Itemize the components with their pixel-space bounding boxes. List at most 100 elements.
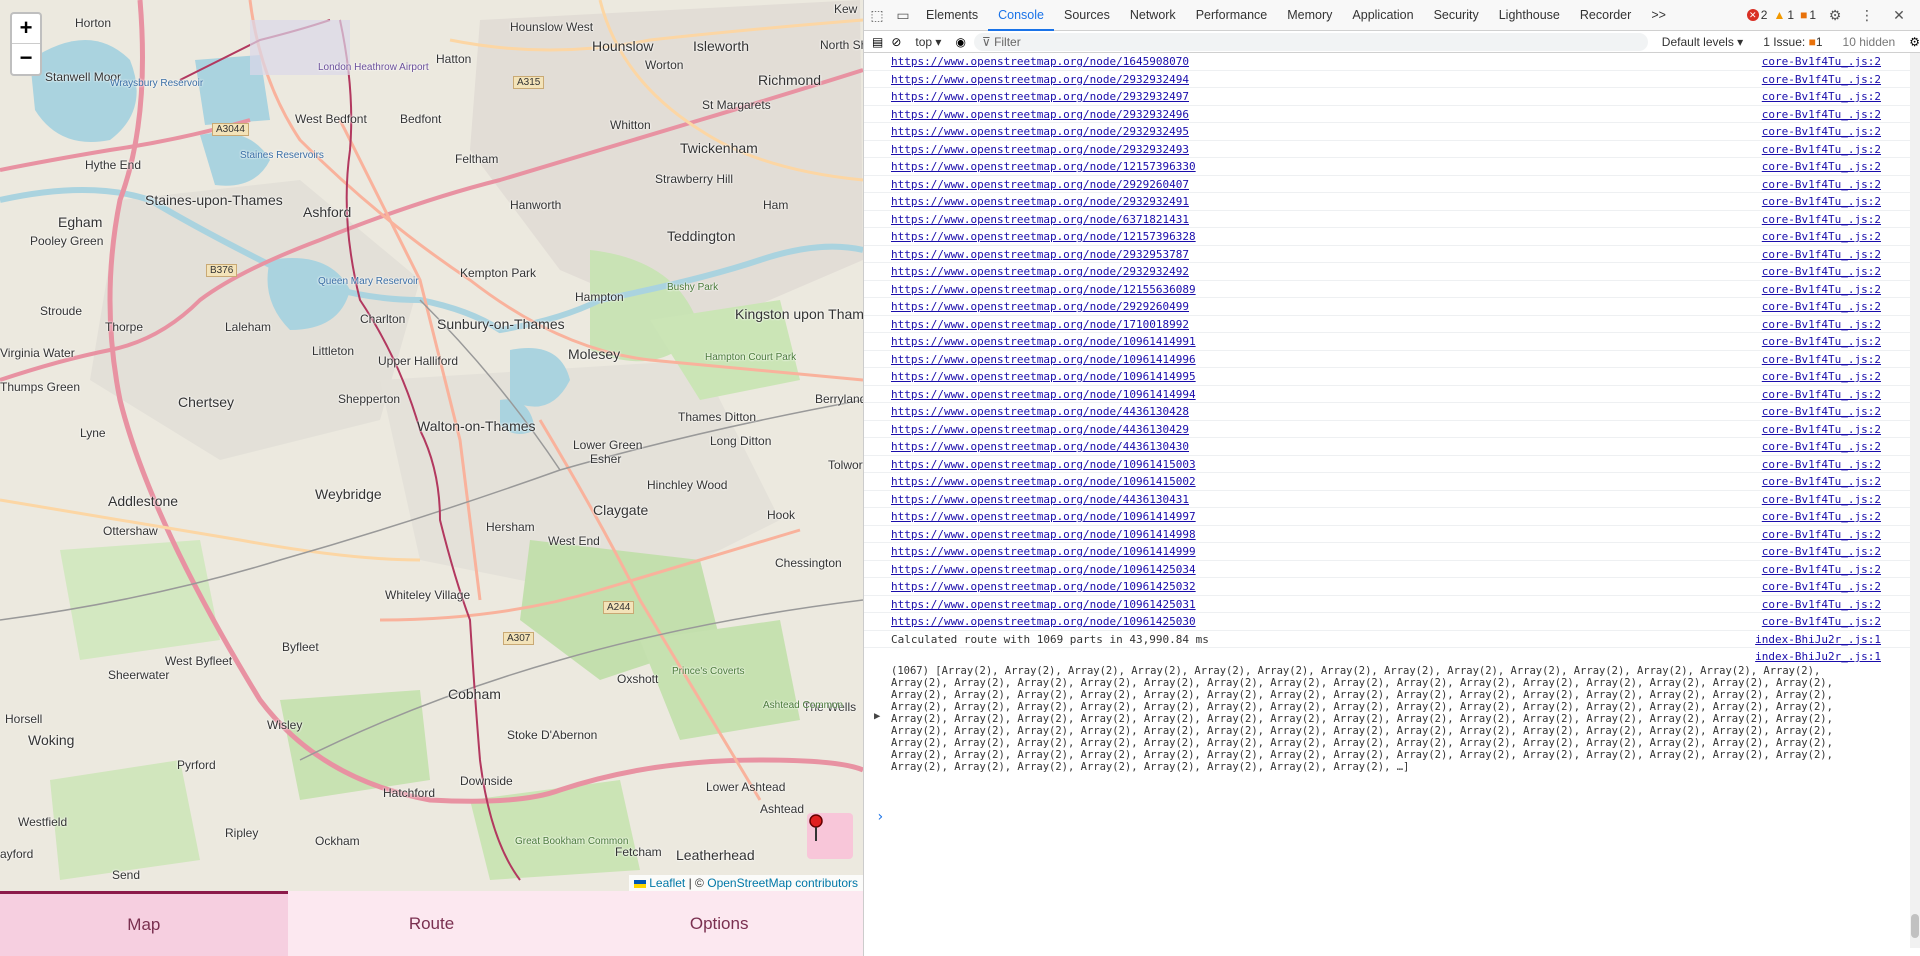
console-prompt[interactable]: › [876, 809, 884, 825]
log-source-link[interactable]: core-Bv1f4Tu_.js:2 [1762, 106, 1881, 123]
close-icon[interactable]: ✕ [1886, 7, 1912, 24]
log-source-link[interactable]: core-Bv1f4Tu_.js:2 [1762, 596, 1881, 613]
log-source-link[interactable]: core-Bv1f4Tu_.js:2 [1762, 88, 1881, 105]
log-url-link[interactable]: https://www.openstreetmap.org/node/10961… [891, 613, 1196, 630]
log-levels-dropdown[interactable]: Default levels ▾ [1656, 35, 1749, 49]
console-settings-icon[interactable]: ⚙ [1909, 35, 1920, 49]
log-source-link[interactable]: core-Bv1f4Tu_.js:2 [1762, 141, 1881, 158]
log-source-link[interactable]: core-Bv1f4Tu_.js:2 [1762, 386, 1881, 403]
log-source-link[interactable]: core-Bv1f4Tu_.js:2 [1762, 491, 1881, 508]
eye-icon[interactable]: ◉ [955, 35, 965, 49]
tab-map[interactable]: Map [0, 891, 288, 956]
log-url-link[interactable]: https://www.openstreetmap.org/node/29329… [891, 71, 1189, 88]
log-source-link[interactable]: core-Bv1f4Tu_.js:2 [1762, 473, 1881, 490]
scrollbar-thumb[interactable] [1911, 914, 1919, 938]
log-source-link[interactable]: core-Bv1f4Tu_.js:2 [1762, 421, 1881, 438]
log-source-link[interactable]: core-Bv1f4Tu_.js:2 [1762, 228, 1881, 245]
osm-link[interactable]: OpenStreetMap contributors [707, 876, 858, 890]
log-url-link[interactable]: https://www.openstreetmap.org/node/44361… [891, 421, 1189, 438]
log-source-link[interactable]: core-Bv1f4Tu_.js:2 [1762, 368, 1881, 385]
warning-count[interactable]: ▲ 1 [1773, 8, 1794, 22]
log-source-link[interactable]: core-Bv1f4Tu_.js:2 [1762, 158, 1881, 175]
settings-gear-icon[interactable]: ⚙ [1822, 7, 1848, 24]
log-source-link[interactable]: core-Bv1f4Tu_.js:2 [1762, 281, 1881, 298]
log-source-link[interactable]: core-Bv1f4Tu_.js:2 [1762, 526, 1881, 543]
log-url-link[interactable]: https://www.openstreetmap.org/node/10961… [891, 526, 1196, 543]
tab-application[interactable]: Application [1342, 0, 1423, 31]
issue-count[interactable]: ■ 1 [1800, 8, 1816, 22]
context-selector[interactable]: top ▾ [909, 35, 947, 49]
console-scrollbar[interactable] [1910, 53, 1920, 948]
log-source-link[interactable]: core-Bv1f4Tu_.js:2 [1762, 333, 1881, 350]
log-url-link[interactable]: https://www.openstreetmap.org/node/10961… [891, 386, 1196, 403]
log-url-link[interactable]: https://www.openstreetmap.org/node/10961… [891, 368, 1196, 385]
log-source-link[interactable]: core-Bv1f4Tu_.js:2 [1762, 508, 1881, 525]
log-source-link[interactable]: core-Bv1f4Tu_.js:2 [1762, 316, 1881, 333]
log-url-link[interactable]: https://www.openstreetmap.org/node/10961… [891, 333, 1196, 350]
log-url-link[interactable]: https://www.openstreetmap.org/node/29329… [891, 106, 1189, 123]
map-view[interactable]: Horton Hounslow West Hounslow Isleworth … [0, 0, 863, 891]
log-url-link[interactable]: https://www.openstreetmap.org/node/29329… [891, 141, 1189, 158]
log-source-link[interactable]: core-Bv1f4Tu_.js:2 [1762, 246, 1881, 263]
log-url-link[interactable]: https://www.openstreetmap.org/node/16459… [891, 53, 1189, 70]
log-source-link[interactable]: core-Bv1f4Tu_.js:2 [1762, 351, 1881, 368]
inspect-icon[interactable]: ⬚ [864, 7, 890, 24]
log-source-link[interactable]: core-Bv1f4Tu_.js:2 [1762, 193, 1881, 210]
leaflet-link[interactable]: Leaflet [649, 876, 685, 890]
log-url-link[interactable]: https://www.openstreetmap.org/node/12155… [891, 281, 1196, 298]
location-pin-button[interactable] [807, 813, 853, 859]
log-source-link[interactable]: core-Bv1f4Tu_.js:2 [1762, 403, 1881, 420]
log-source-link[interactable]: index-BhiJu2r_.js:1 [1755, 648, 1881, 663]
log-url-link[interactable]: https://www.openstreetmap.org/node/29329… [891, 246, 1189, 263]
zoom-out-button[interactable]: − [12, 44, 40, 74]
expand-triangle-icon[interactable]: ▶ [874, 710, 880, 722]
log-url-link[interactable]: https://www.openstreetmap.org/node/10961… [891, 561, 1196, 578]
tab-route[interactable]: Route [288, 891, 576, 956]
log-url-link[interactable]: https://www.openstreetmap.org/node/29292… [891, 298, 1189, 315]
log-source-link[interactable]: core-Bv1f4Tu_.js:2 [1762, 176, 1881, 193]
tab-recorder[interactable]: Recorder [1570, 0, 1641, 31]
kebab-menu-icon[interactable]: ⋮ [1854, 7, 1880, 24]
log-url-link[interactable]: https://www.openstreetmap.org/node/17100… [891, 316, 1189, 333]
sidebar-toggle-icon[interactable]: ▤ [872, 35, 883, 49]
log-url-link[interactable]: https://www.openstreetmap.org/node/10961… [891, 456, 1196, 473]
tab-memory[interactable]: Memory [1277, 0, 1342, 31]
log-url-link[interactable]: https://www.openstreetmap.org/node/10961… [891, 351, 1196, 368]
log-source-link[interactable]: core-Bv1f4Tu_.js:2 [1762, 71, 1881, 88]
log-url-link[interactable]: https://www.openstreetmap.org/node/29329… [891, 88, 1189, 105]
tab-performance[interactable]: Performance [1186, 0, 1278, 31]
log-source-link[interactable]: core-Bv1f4Tu_.js:2 [1762, 438, 1881, 455]
filter-input[interactable]: ⊽ Filter [973, 32, 1648, 51]
log-url-link[interactable]: https://www.openstreetmap.org/node/29329… [891, 123, 1189, 140]
log-url-link[interactable]: https://www.openstreetmap.org/node/12157… [891, 228, 1196, 245]
tab-console[interactable]: Console [988, 0, 1054, 31]
log-source-link[interactable]: core-Bv1f4Tu_.js:2 [1762, 543, 1881, 560]
log-url-link[interactable]: https://www.openstreetmap.org/node/10961… [891, 473, 1196, 490]
tab-options[interactable]: Options [575, 891, 863, 956]
tab-network[interactable]: Network [1120, 0, 1186, 31]
zoom-in-button[interactable]: + [12, 14, 40, 44]
log-url-link[interactable]: https://www.openstreetmap.org/node/29329… [891, 263, 1189, 280]
log-source-link[interactable]: core-Bv1f4Tu_.js:2 [1762, 53, 1881, 70]
log-source-link[interactable]: core-Bv1f4Tu_.js:2 [1762, 578, 1881, 595]
log-source-link[interactable]: core-Bv1f4Tu_.js:2 [1762, 456, 1881, 473]
log-url-link[interactable]: https://www.openstreetmap.org/node/10961… [891, 543, 1196, 560]
log-url-link[interactable]: https://www.openstreetmap.org/node/29292… [891, 176, 1189, 193]
log-source-link[interactable]: core-Bv1f4Tu_.js:2 [1762, 123, 1881, 140]
log-source-link[interactable]: core-Bv1f4Tu_.js:2 [1762, 263, 1881, 280]
log-url-link[interactable]: https://www.openstreetmap.org/node/44361… [891, 438, 1189, 455]
device-toolbar-icon[interactable]: ▭ [890, 7, 916, 24]
tab-elements[interactable]: Elements [916, 0, 988, 31]
log-url-link[interactable]: https://www.openstreetmap.org/node/10961… [891, 508, 1196, 525]
log-source-link[interactable]: core-Bv1f4Tu_.js:2 [1762, 298, 1881, 315]
log-source-link[interactable]: core-Bv1f4Tu_.js:2 [1762, 613, 1881, 630]
console-log-area[interactable]: https://www.openstreetmap.org/node/16459… [864, 53, 1920, 948]
log-url-link[interactable]: https://www.openstreetmap.org/node/10961… [891, 578, 1196, 595]
log-url-link[interactable]: https://www.openstreetmap.org/node/44361… [891, 491, 1189, 508]
tab-sources[interactable]: Sources [1054, 0, 1120, 31]
log-url-link[interactable]: https://www.openstreetmap.org/node/10961… [891, 596, 1196, 613]
log-url-link[interactable]: https://www.openstreetmap.org/node/44361… [891, 403, 1189, 420]
tab-security[interactable]: Security [1424, 0, 1489, 31]
more-tabs-button[interactable]: >> [1641, 0, 1676, 31]
log-url-link[interactable]: https://www.openstreetmap.org/node/29329… [891, 193, 1189, 210]
